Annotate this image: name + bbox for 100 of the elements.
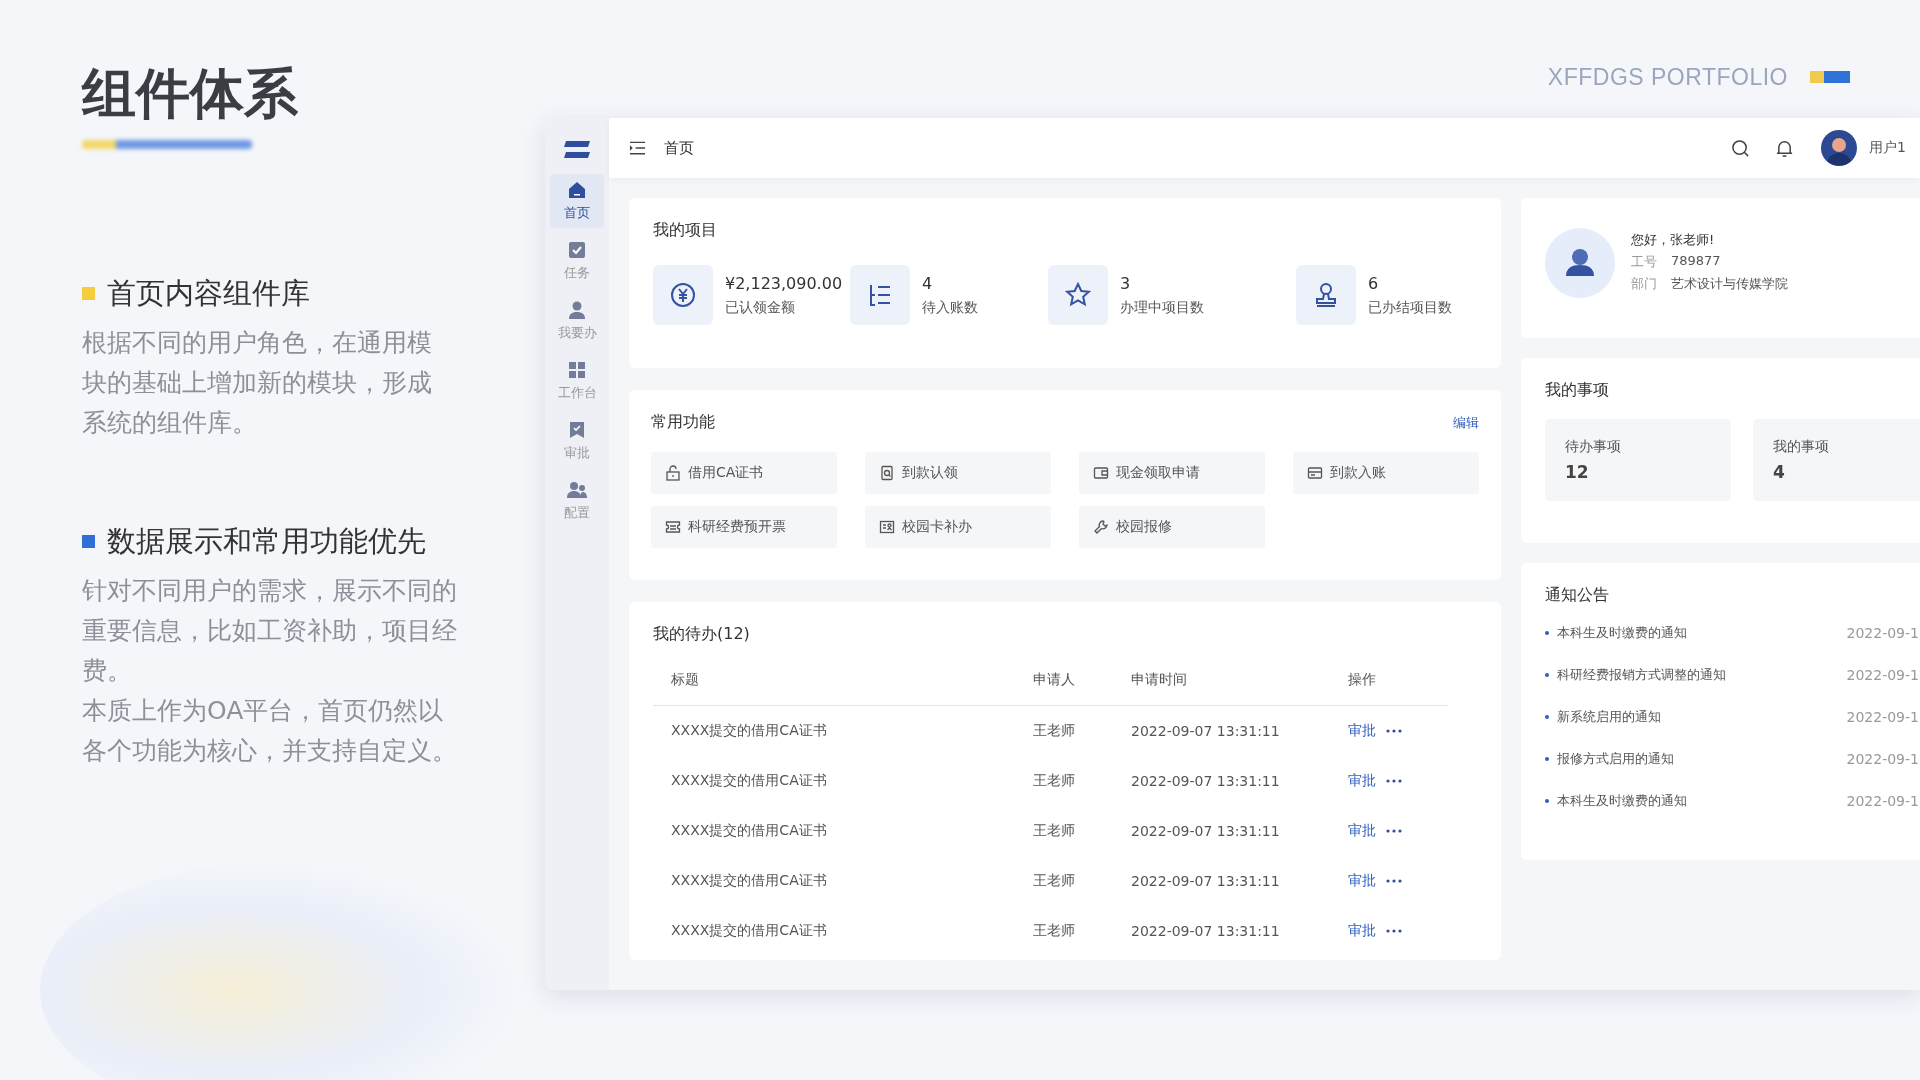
- table-cell-text: 王老师: [1033, 772, 1076, 790]
- lock-icon: [665, 465, 681, 481]
- notice-link[interactable]: 新系统启用的通知: [1557, 708, 1847, 726]
- grid-icon: [567, 360, 587, 380]
- approve-link[interactable]: 审批: [1348, 872, 1376, 890]
- id-card-icon: [879, 519, 895, 535]
- approve-link[interactable]: 审批: [1348, 922, 1376, 940]
- notice-link[interactable]: 科研经费报销方式调整的通知: [1557, 666, 1847, 684]
- wrench-icon: [1093, 519, 1109, 535]
- section-paragraph: 本质上作为OA平台，首页仍然以各个功能为核心，并支持自定义。: [82, 695, 458, 767]
- bullet-icon: [1545, 715, 1549, 719]
- more-icon[interactable]: [1386, 929, 1402, 933]
- table-cell-text: XXXX提交的借用CA证书: [670, 872, 828, 890]
- brand-mark: [1810, 71, 1850, 83]
- table-cell-text: 2022-09-07 13:31:11: [1131, 723, 1281, 739]
- table-cell-text: 王老师: [1033, 922, 1076, 940]
- more-icon[interactable]: [1386, 879, 1402, 883]
- shortcut-button[interactable]: 校园报修: [1079, 506, 1265, 548]
- avatar[interactable]: [1821, 130, 1858, 166]
- approve-link[interactable]: 审批: [1348, 822, 1376, 840]
- menu-icon[interactable]: [629, 141, 646, 155]
- table-cell-text: XXXX提交的借用CA证书: [670, 822, 828, 840]
- more-icon[interactable]: [1386, 829, 1402, 833]
- card-title: 通知公告: [1545, 585, 1610, 606]
- stat-label: 待入账数: [922, 298, 978, 317]
- approve-link[interactable]: 审批: [1348, 722, 1376, 740]
- table-cell-text: XXXX提交的借用CA证书: [670, 922, 828, 940]
- card-icon: [1307, 465, 1323, 481]
- wallet-icon: [1093, 465, 1109, 481]
- bullet-icon: [1545, 799, 1549, 803]
- bullet-icon: [1545, 631, 1549, 635]
- matter-tile[interactable]: 待办事项 12: [1545, 419, 1731, 501]
- stat-label: 办理中项目数: [1120, 298, 1204, 317]
- section-heading: 数据展示和常用功能优先: [107, 523, 426, 560]
- more-icon[interactable]: [1386, 729, 1402, 733]
- search-icon[interactable]: [1731, 138, 1751, 158]
- shortcut-button[interactable]: 到款入账: [1293, 452, 1479, 494]
- logo-icon: [562, 140, 592, 160]
- user-name[interactable]: 用户1: [1869, 139, 1906, 157]
- table-cell-text: 王老师: [1033, 822, 1076, 840]
- slide-title: 组件体系: [82, 62, 299, 126]
- stat-label: 已认领金额: [725, 298, 796, 317]
- shortcut-button[interactable]: 借用CA证书: [651, 452, 837, 494]
- stat-value: ¥2,123,090.00: [725, 273, 843, 293]
- table-cell-text: 2022-09-07 13:31:11: [1131, 823, 1281, 839]
- column-header: 操作: [1348, 671, 1376, 689]
- shortcut-button[interactable]: 科研经费预开票: [651, 506, 837, 548]
- more-icon[interactable]: [1386, 779, 1402, 783]
- notice-date: 2022-09-1: [1846, 667, 1919, 683]
- notice-date: 2022-09-1: [1846, 793, 1919, 809]
- field-label: 部门: [1631, 275, 1657, 293]
- greeting: 您好，张老师!: [1631, 231, 1716, 249]
- table-cell-text: 王老师: [1033, 872, 1076, 890]
- table-cell-text: 2022-09-07 13:31:11: [1131, 923, 1281, 939]
- stat-value: 4: [922, 273, 934, 293]
- table-cell-text: XXXX提交的借用CA证书: [670, 772, 828, 790]
- field-value: 789877: [1671, 253, 1721, 270]
- field-label: 工号: [1631, 253, 1657, 271]
- yen-icon: [669, 281, 697, 309]
- edit-link[interactable]: 编辑: [1453, 413, 1479, 432]
- bookmark-icon: [567, 420, 587, 440]
- notice-date: 2022-09-1: [1846, 709, 1919, 725]
- card-title: 我的事项: [1545, 380, 1610, 401]
- person-avatar-icon: [1545, 228, 1615, 298]
- shortcut-button[interactable]: 到款认领: [865, 452, 1051, 494]
- section-paragraph: 针对不同用户的需求，展示不同的重要信息，比如工资补助，项目经费。: [82, 575, 458, 687]
- shortcut-button[interactable]: 现金领取申请: [1079, 452, 1265, 494]
- notice-link[interactable]: 本科生及时缴费的通知: [1557, 624, 1847, 642]
- column-header: 标题: [670, 671, 700, 689]
- table-cell-text: 王老师: [1033, 722, 1076, 740]
- sidebar-item[interactable]: 首页: [550, 174, 604, 228]
- notice-date: 2022-09-1: [1846, 751, 1919, 767]
- stat-label: 已办结项目数: [1368, 298, 1452, 317]
- matter-tile[interactable]: 我的事项 4: [1753, 419, 1920, 501]
- stat-value: 6: [1368, 273, 1380, 293]
- stat-value: 3: [1120, 273, 1132, 293]
- breadcrumb: 首页: [664, 138, 694, 158]
- bell-icon[interactable]: [1775, 138, 1795, 158]
- brand-text: XFFDGS PORTFOLIO: [1547, 63, 1788, 91]
- people-icon: [567, 480, 587, 500]
- column-header: 申请时间: [1131, 671, 1188, 689]
- star-icon: [1064, 281, 1092, 309]
- notice-date: 2022-09-1: [1846, 625, 1919, 641]
- section-paragraph: 根据不同的用户角色，在通用模块的基础上增加新的模块，形成系统的组件库。: [82, 327, 433, 439]
- notice-link[interactable]: 报修方式启用的通知: [1557, 750, 1847, 768]
- table-cell-text: 2022-09-07 13:31:11: [1131, 773, 1281, 789]
- bullet-icon: [1545, 757, 1549, 761]
- person-icon: [567, 300, 587, 320]
- table-cell-text: 2022-09-07 13:31:11: [1131, 873, 1281, 889]
- home-icon: [567, 180, 587, 200]
- ticket-icon: [665, 519, 681, 535]
- checkbox-icon: [567, 240, 587, 260]
- notice-link[interactable]: 本科生及时缴费的通知: [1557, 792, 1847, 810]
- shortcut-button[interactable]: 校园卡补办: [865, 506, 1051, 548]
- section-heading: 首页内容组件库: [107, 275, 310, 312]
- approve-link[interactable]: 审批: [1348, 772, 1376, 790]
- card-title: 常用功能: [651, 412, 715, 433]
- field-value: 艺术设计与传媒学院: [1671, 275, 1788, 293]
- table-cell-text: XXXX提交的借用CA证书: [670, 722, 828, 740]
- bullet-icon: [1545, 673, 1549, 677]
